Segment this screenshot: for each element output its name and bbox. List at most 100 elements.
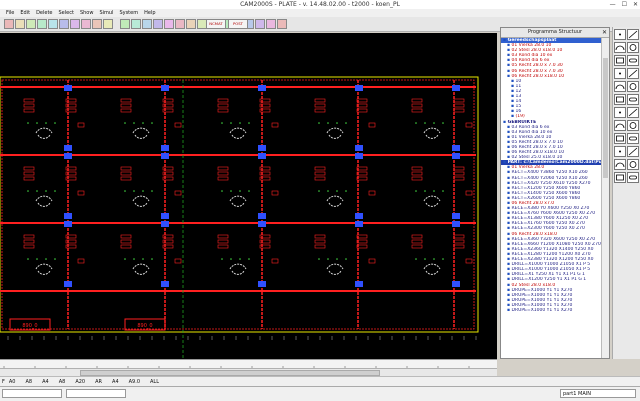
part-arc: [35, 195, 53, 202]
layer-icon[interactable]: [153, 19, 163, 29]
zoom-out-icon[interactable]: [103, 19, 113, 29]
menu-delete[interactable]: Delete: [36, 9, 52, 17]
minimize-button[interactable]: —: [610, 0, 616, 9]
command-item[interactable]: A4: [112, 379, 119, 385]
part-rect: [217, 171, 229, 176]
panel-scrollbar[interactable]: [601, 38, 609, 358]
point-icon[interactable]: [614, 29, 626, 40]
copy-icon[interactable]: [70, 19, 80, 29]
new-icon[interactable]: [4, 19, 14, 29]
drawing-canvas[interactable]: 890_0 890_0: [0, 33, 497, 359]
drill-block: [258, 221, 266, 227]
menu-show[interactable]: Show: [80, 9, 94, 17]
close-button[interactable]: ✕: [633, 0, 638, 9]
command-item[interactable]: A0: [9, 379, 16, 385]
print-icon[interactable]: [37, 19, 47, 29]
polygon-icon[interactable]: [627, 68, 639, 79]
drill-block: [64, 281, 72, 287]
save-icon[interactable]: [26, 19, 36, 29]
menu-system[interactable]: System: [119, 9, 138, 17]
panel-close-button[interactable]: ✕: [602, 28, 607, 37]
command-item[interactable]: A8: [26, 379, 33, 385]
menu-simul[interactable]: Simul: [99, 9, 113, 17]
rect-icon[interactable]: [614, 55, 626, 66]
tree-item[interactable]: ▪ DRUPE=X1000 Y1 Y1 X270: [501, 308, 603, 313]
offset-icon[interactable]: [627, 146, 639, 157]
drill-point: [415, 190, 417, 192]
help-icon[interactable]: [277, 19, 287, 29]
trim-icon[interactable]: [627, 120, 639, 131]
maximize-button[interactable]: ☐: [622, 0, 627, 9]
part-rect: [217, 234, 229, 239]
command-item[interactable]: A9.0: [129, 379, 140, 385]
nest-icon[interactable]: [614, 172, 626, 183]
ellipse-icon[interactable]: [614, 68, 626, 79]
menu-select[interactable]: Select: [59, 9, 74, 17]
drill-point: [345, 258, 347, 260]
drill-block: [258, 145, 266, 151]
drill-block: [355, 153, 363, 159]
ncmat-button[interactable]: NCMAT: [206, 19, 226, 29]
pan-icon[interactable]: [131, 19, 141, 29]
paste-icon[interactable]: [81, 19, 91, 29]
rotate-icon[interactable]: [614, 107, 626, 118]
part-rect: [120, 171, 132, 176]
text-icon[interactable]: [627, 159, 639, 170]
command-item[interactable]: ALL: [150, 379, 159, 385]
array-icon[interactable]: [614, 94, 626, 105]
drill-point: [133, 190, 135, 192]
circle-icon[interactable]: [627, 42, 639, 53]
fillet-icon[interactable]: [627, 133, 639, 144]
move-icon[interactable]: [627, 107, 639, 118]
drill-block: [64, 153, 72, 159]
command-item[interactable]: A8: [59, 379, 66, 385]
drill-block: [161, 221, 169, 227]
copy-icon[interactable]: [614, 120, 626, 131]
drill-block: [452, 85, 460, 91]
command-item[interactable]: AR: [95, 379, 102, 385]
undo-icon[interactable]: [48, 19, 58, 29]
line-icon[interactable]: [627, 29, 639, 40]
hole-icon[interactable]: [627, 81, 639, 92]
zoom-in-icon[interactable]: [92, 19, 102, 29]
post-button[interactable]: POST: [228, 19, 248, 29]
chamfer-icon[interactable]: [614, 146, 626, 157]
zoom-fit-icon[interactable]: [120, 19, 130, 29]
part-arc: [132, 195, 150, 202]
status-bar: part1 MAIN: [0, 386, 640, 401]
measure-icon[interactable]: [186, 19, 196, 29]
grid-icon[interactable]: [164, 19, 174, 29]
part-rect-small: [174, 190, 182, 196]
menu-edit[interactable]: Edit: [20, 9, 30, 17]
drill-point: [124, 258, 126, 260]
part-arc: [35, 263, 53, 270]
command-item[interactable]: A4: [42, 379, 49, 385]
mirror-icon[interactable]: [627, 94, 639, 105]
menu-file[interactable]: File: [6, 9, 14, 17]
part-arc: [229, 195, 247, 202]
arc-icon[interactable]: [614, 42, 626, 53]
check-icon[interactable]: [627, 172, 639, 183]
cut-icon[interactable]: [59, 19, 69, 29]
redraw-icon[interactable]: [142, 19, 152, 29]
part-rect: [411, 103, 423, 108]
command-item[interactable]: A20: [75, 379, 85, 385]
open-icon[interactable]: [15, 19, 25, 29]
panel-scroll-thumb[interactable]: [603, 58, 608, 178]
snap-icon[interactable]: [175, 19, 185, 29]
slot-icon[interactable]: [627, 55, 639, 66]
drill-point: [45, 190, 47, 192]
tool-icon[interactable]: [266, 19, 276, 29]
extend-icon[interactable]: [614, 133, 626, 144]
part-rect-small: [77, 258, 85, 264]
part-rect: [314, 98, 326, 103]
cad-drawing[interactable]: 890_0 890_0: [0, 33, 497, 359]
drill-point: [27, 190, 29, 192]
menu-help[interactable]: Help: [144, 9, 155, 17]
drawing-palette: [612, 27, 640, 359]
dim-icon[interactable]: [614, 159, 626, 170]
part-rect: [23, 166, 35, 171]
spline-icon[interactable]: [614, 81, 626, 92]
drill-block: [258, 153, 266, 159]
nc-icon[interactable]: [255, 19, 265, 29]
